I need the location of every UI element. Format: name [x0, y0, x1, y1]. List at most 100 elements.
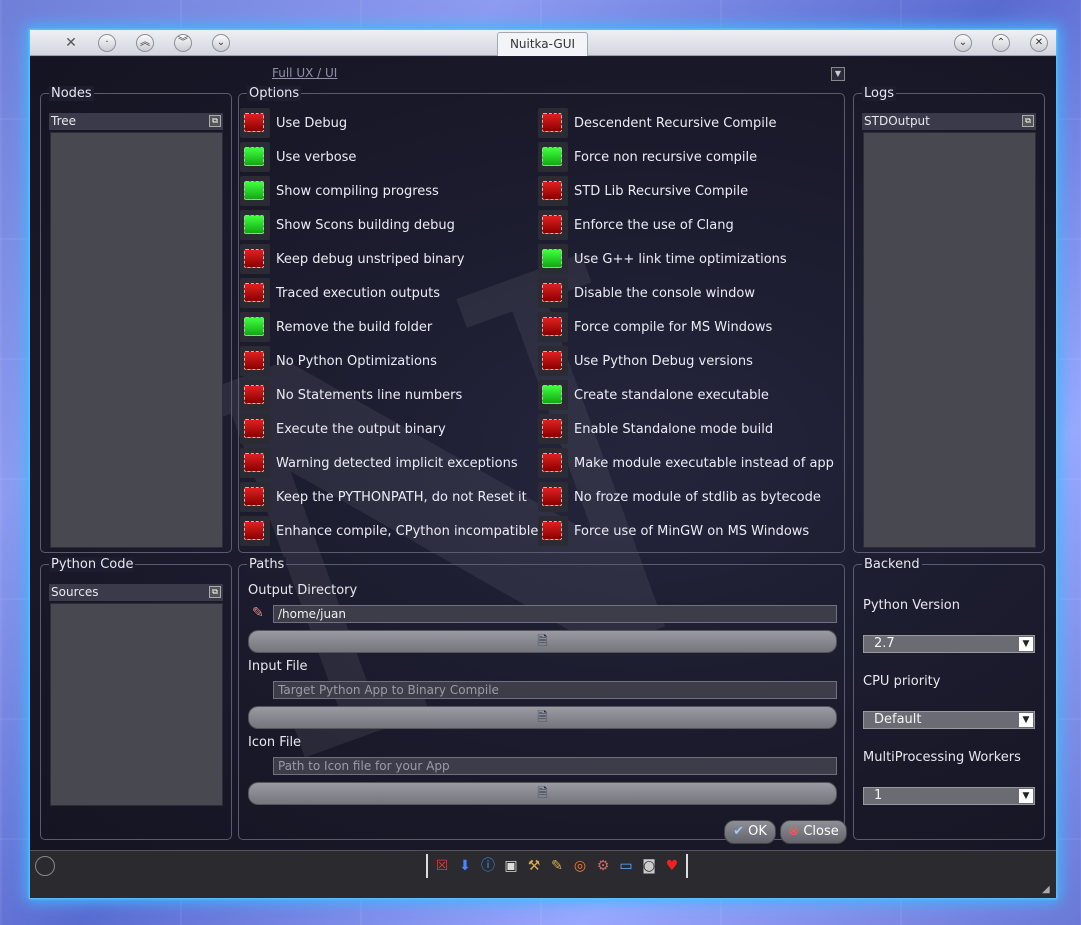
output-directory-field[interactable]: /home/juan [273, 605, 837, 623]
browse-output-button[interactable]: 🗎 [248, 630, 837, 653]
option-left-10[interactable]: Warning detected implicit exceptions [240, 448, 518, 478]
option-right-11[interactable]: No froze module of stdlib as bytecode [538, 482, 821, 512]
icon-file-label: Icon File [248, 735, 302, 750]
option-checkbox[interactable] [240, 278, 270, 308]
option-left-6[interactable]: Remove the build folder [240, 312, 432, 342]
shade-button[interactable]: ⌄ [212, 34, 230, 52]
option-left-1[interactable]: Use verbose [240, 142, 356, 172]
stdoutput-dock-header[interactable]: STDOutput ⧉ [862, 113, 1036, 130]
heart-icon[interactable]: ♥ [662, 856, 682, 876]
option-right-8[interactable]: Create standalone executable [538, 380, 769, 410]
option-checkbox[interactable] [240, 482, 270, 512]
option-checkbox[interactable] [538, 482, 568, 512]
browse-input-button[interactable]: 🗎 [248, 706, 837, 729]
option-right-5[interactable]: Disable the console window [538, 278, 755, 308]
keep-above-button[interactable]: ︽ [136, 34, 154, 52]
cancel-icon: ⊗ [788, 824, 800, 839]
sources-view[interactable] [50, 603, 223, 806]
option-right-2[interactable]: STD Lib Recursive Compile [538, 176, 748, 206]
close-x-icon[interactable]: ☒ [432, 856, 452, 876]
option-checkbox[interactable] [538, 210, 568, 240]
terminal-icon[interactable]: ▣ [501, 856, 521, 876]
option-right-10[interactable]: Make module executable instead of app [538, 448, 834, 478]
option-checkbox[interactable] [240, 176, 270, 206]
icon-file-field[interactable]: Path to Icon file for your App [273, 757, 837, 775]
maximize-button[interactable]: ⌃ [992, 34, 1010, 52]
keep-below-button[interactable]: ︾ [174, 34, 192, 52]
option-checkbox[interactable] [240, 414, 270, 444]
option-left-0[interactable]: Use Debug [240, 108, 347, 138]
pen-icon[interactable]: ✎ [547, 856, 567, 876]
app-icon[interactable]: ✕ [62, 34, 80, 52]
option-right-4[interactable]: Use G++ link time optimizations [538, 244, 787, 274]
option-right-7[interactable]: Use Python Debug versions [538, 346, 753, 376]
cpu-priority-select[interactable]: Default ▼ [863, 711, 1035, 729]
option-right-1[interactable]: Force non recursive compile [538, 142, 757, 172]
option-left-9[interactable]: Execute the output binary [240, 414, 446, 444]
close-button[interactable]: ✕ [1030, 34, 1048, 52]
backend-group-title: Backend [862, 557, 922, 572]
option-checkbox[interactable] [538, 278, 568, 308]
tree-view[interactable] [50, 132, 223, 548]
ok-label: OK [748, 824, 767, 839]
option-checkbox[interactable] [240, 448, 270, 478]
option-checkbox[interactable] [240, 244, 270, 274]
option-checkbox[interactable] [538, 516, 568, 546]
option-right-3[interactable]: Enforce the use of Clang [538, 210, 734, 240]
option-checkbox[interactable] [538, 312, 568, 342]
option-checkbox[interactable] [240, 312, 270, 342]
browse-icon-button[interactable]: 🗎 [248, 782, 837, 805]
workers-select[interactable]: 1 ▼ [863, 787, 1035, 805]
sources-dock-header[interactable]: Sources ⧉ [49, 584, 223, 601]
gear-icon[interactable]: ⚙ [593, 856, 613, 876]
close-dialog-button[interactable]: ⊗ Close [780, 820, 847, 844]
option-label: No Python Optimizations [276, 353, 437, 369]
option-left-12[interactable]: Enhance compile, CPython incompatible [240, 516, 538, 546]
input-file-field[interactable]: Target Python App to Binary Compile [273, 681, 837, 699]
float-dock-icon[interactable]: ⧉ [209, 115, 221, 127]
ok-button[interactable]: ✔ OK [724, 820, 776, 844]
lifebuoy-icon[interactable]: ◎ [570, 856, 590, 876]
option-left-2[interactable]: Show compiling progress [240, 176, 439, 206]
stdoutput-view[interactable] [863, 132, 1036, 548]
on-all-desktops-button[interactable]: · [98, 34, 116, 52]
option-checkbox[interactable] [538, 142, 568, 172]
menu-dropdown-icon[interactable]: ▼ [831, 67, 845, 81]
option-right-0[interactable]: Descendent Recursive Compile [538, 108, 776, 138]
download-arrow-icon[interactable]: ⬇ [455, 856, 475, 876]
option-checkbox[interactable] [538, 414, 568, 444]
option-checkbox[interactable] [538, 448, 568, 478]
option-right-12[interactable]: Force use of MinGW on MS Windows [538, 516, 809, 546]
float-dock-icon[interactable]: ⧉ [1022, 115, 1034, 127]
option-checkbox[interactable] [538, 380, 568, 410]
option-checkbox[interactable] [240, 516, 270, 546]
tree-dock-header[interactable]: Tree ⧉ [49, 113, 223, 130]
titlebar[interactable]: ✕ · ︽ ︾ ⌄ Nuitka-GUI ⌄ ⌃ ✕ [30, 30, 1056, 56]
camera-icon[interactable]: ◙ [639, 856, 659, 876]
option-checkbox[interactable] [538, 346, 568, 376]
option-right-9[interactable]: Enable Standalone mode build [538, 414, 773, 444]
option-checkbox[interactable] [240, 346, 270, 376]
option-left-4[interactable]: Keep debug unstriped binary [240, 244, 464, 274]
option-checkbox[interactable] [240, 108, 270, 138]
option-checkbox[interactable] [538, 244, 568, 274]
option-left-3[interactable]: Show Scons building debug [240, 210, 455, 240]
option-checkbox[interactable] [240, 380, 270, 410]
option-right-6[interactable]: Force compile for MS Windows [538, 312, 772, 342]
option-left-8[interactable]: No Statements line numbers [240, 380, 462, 410]
folder-icon[interactable]: ▭ [616, 856, 636, 876]
option-left-7[interactable]: No Python Optimizations [240, 346, 437, 376]
minimize-button[interactable]: ⌄ [954, 34, 972, 52]
option-left-11[interactable]: Keep the PYTHONPATH, do not Reset it [240, 482, 527, 512]
full-ux-link[interactable]: Full UX / UI [272, 66, 337, 80]
option-checkbox[interactable] [538, 108, 568, 138]
option-checkbox[interactable] [240, 142, 270, 172]
hammer-icon[interactable]: ⚒ [524, 856, 544, 876]
option-checkbox[interactable] [538, 176, 568, 206]
option-left-5[interactable]: Traced execution outputs [240, 278, 440, 308]
resize-grip-icon[interactable]: ◢ [1042, 884, 1054, 896]
float-dock-icon[interactable]: ⧉ [209, 586, 221, 598]
info-icon[interactable]: ⓘ [478, 856, 498, 876]
option-checkbox[interactable] [240, 210, 270, 240]
python-version-select[interactable]: 2.7 ▼ [863, 635, 1035, 653]
